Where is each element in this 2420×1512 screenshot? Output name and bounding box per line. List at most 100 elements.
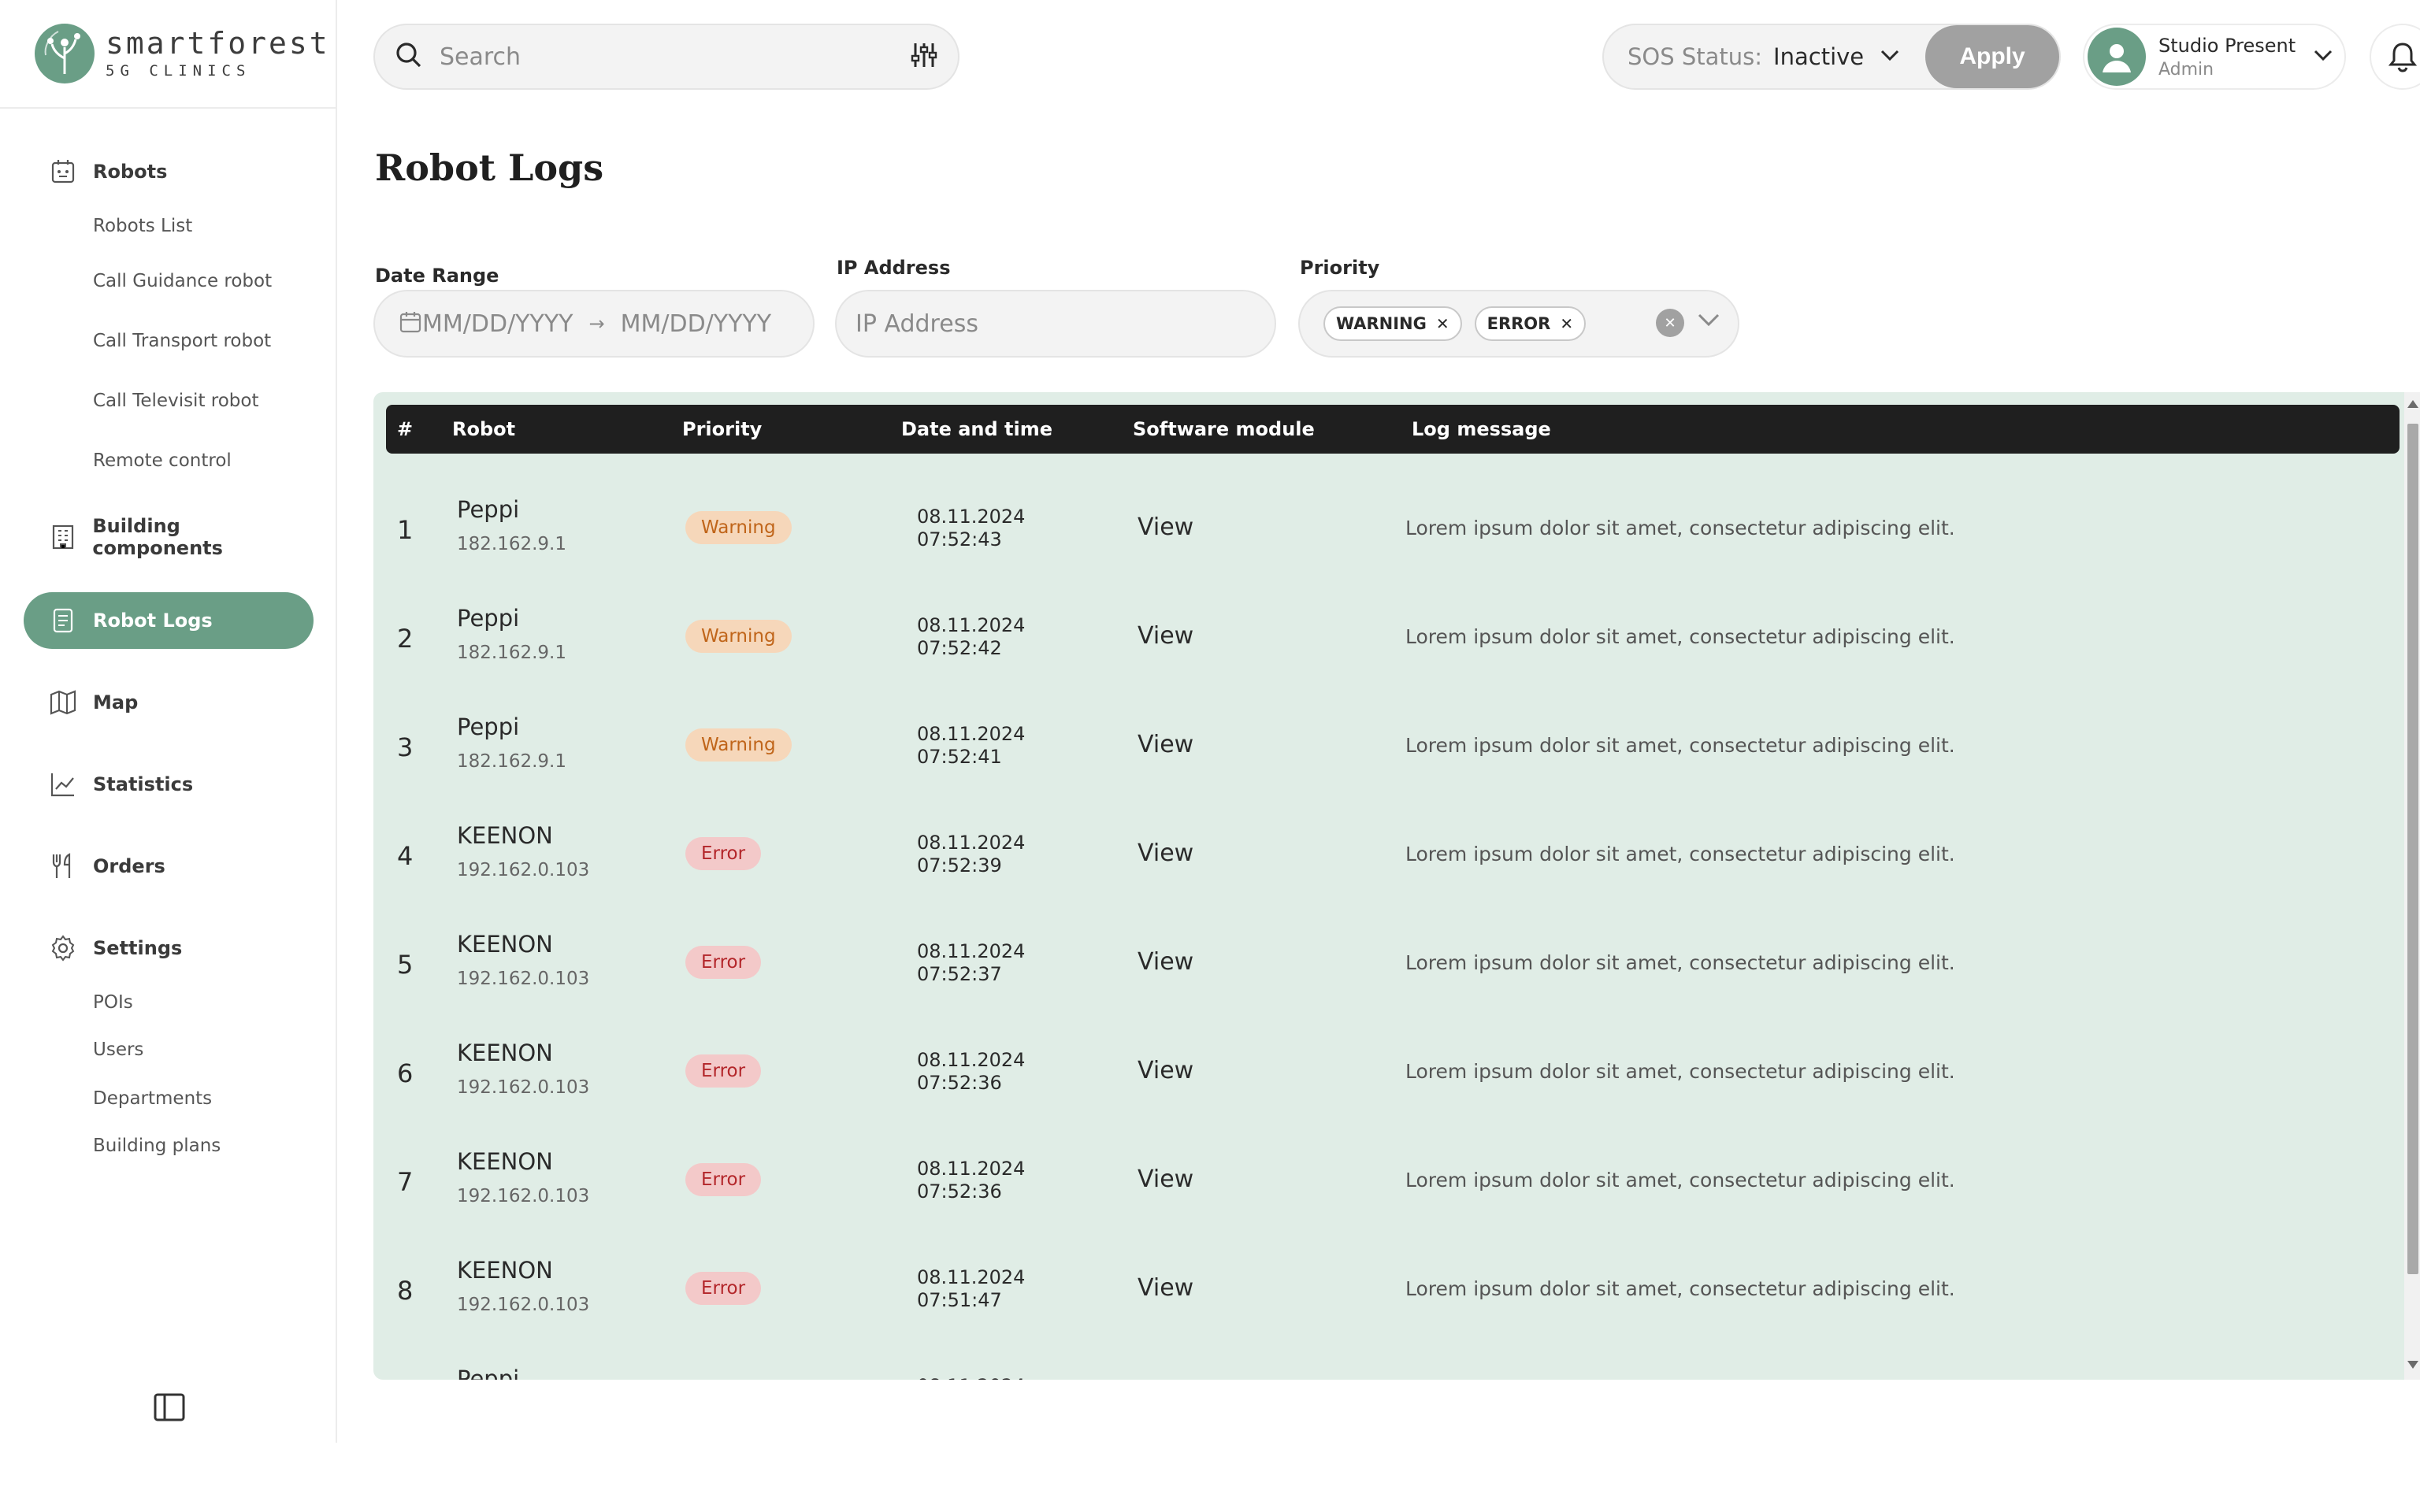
column-header-number: # (397, 418, 414, 440)
priority-tag-error: ERROR ✕ (1474, 306, 1587, 341)
priority-badge: Error (685, 1054, 762, 1088)
table-row[interactable]: 2 Peppi 182.162.9.1 Warning 08.11.2024 07:52:… (373, 581, 2398, 690)
scroll-thumb[interactable] (2407, 424, 2418, 1274)
row-number: 3 (397, 732, 414, 762)
log-message: Lorem ipsum dolor sit amet, consectetur … (1405, 1169, 1955, 1191)
scroll-up-arrow-icon[interactable] (2407, 400, 2418, 408)
sidebar-item-map[interactable]: Map (24, 674, 314, 731)
date-range-picker[interactable]: MM/DD/YYYY → MM/DD/YYYY (373, 290, 815, 358)
gear-icon (47, 932, 79, 964)
robot-name: Peppi (457, 605, 520, 632)
sos-status-label: SOS Status: (1628, 43, 1763, 70)
sidebar-subitem-users[interactable]: Users (93, 1040, 143, 1060)
table-row[interactable]: 6 KEENON 192.162.0.103 Error 08.11.2024 07:52… (373, 1016, 2398, 1125)
sidebar-item-building-components[interactable]: Building components (24, 509, 314, 565)
priority-badge: Warning (685, 620, 792, 653)
log-message: Lorem ipsum dolor sit amet, consectetur … (1405, 517, 1955, 539)
sidebar-item-label: Statistics (93, 773, 194, 795)
sidebar-divider (0, 107, 337, 109)
notification-bell-icon[interactable] (2370, 24, 2420, 90)
apply-button[interactable]: Apply (1925, 25, 2059, 88)
view-module-link[interactable]: View (1138, 731, 1193, 758)
date-start-input[interactable]: MM/DD/YYYY (422, 310, 573, 338)
table-row[interactable]: 9Peppi182.162.9.1Warning08.11.2024ViewLo… (373, 1342, 2398, 1380)
column-header-date: Date and time (901, 418, 1053, 440)
log-message: Lorem ipsum dolor sit amet, consectetur … (1405, 734, 1955, 757)
brand-logo[interactable]: smartforest 5G CLINICS (35, 22, 330, 85)
view-module-link[interactable]: View (1138, 513, 1193, 541)
sidebar-subitem-call-guidance[interactable]: Call Guidance robot (93, 271, 272, 291)
view-module-link[interactable]: View (1138, 948, 1193, 976)
log-message: Lorem ipsum dolor sit amet, consectetur … (1405, 843, 1955, 865)
table-row[interactable]: 7 KEENON 192.162.0.103 Error 08.11.2024 07:52… (373, 1125, 2398, 1233)
filter-sliders-icon[interactable] (909, 40, 939, 73)
sidebar-subitem-call-televisit[interactable]: Call Televisit robot (93, 391, 259, 411)
priority-badge: Error (685, 837, 762, 870)
search-bar (373, 24, 959, 90)
table-row[interactable]: 4 KEENON 192.162.0.103 Error 08.11.2024 07:52… (373, 799, 2398, 907)
sidebar-collapse-icon[interactable] (153, 1392, 186, 1422)
view-module-link[interactable]: View (1138, 839, 1193, 867)
view-module-link[interactable]: View (1138, 1166, 1193, 1193)
sidebar-item-robots[interactable]: Robots (24, 143, 314, 200)
sidebar: smartforest 5G CLINICS Robots Robots Lis… (0, 0, 337, 1443)
chevron-down-icon (2313, 49, 2333, 65)
robot-ip: 182.162.9.1 (457, 751, 566, 772)
log-time: 07:52:39 (917, 854, 1002, 876)
ip-address-input[interactable] (835, 290, 1276, 358)
view-module-link[interactable]: View (1138, 1057, 1193, 1084)
sidebar-subitem-pois[interactable]: POIs (93, 992, 133, 1013)
view-module-link[interactable]: View (1138, 1274, 1193, 1302)
logs-table: # Robot Priority Date and time Software … (373, 392, 2417, 1380)
document-icon (47, 605, 79, 636)
column-header-message: Log message (1412, 418, 1551, 440)
log-datetime: 08.11.2024 07:51:47 (917, 1266, 1025, 1312)
map-icon (47, 687, 79, 718)
avatar (2088, 28, 2146, 86)
sidebar-item-statistics[interactable]: Statistics (24, 756, 314, 813)
sidebar-subitem-building-plans[interactable]: Building plans (93, 1136, 221, 1156)
sidebar-subitem-call-transport[interactable]: Call Transport robot (93, 331, 271, 351)
sidebar-subitem-departments[interactable]: Departments (93, 1088, 212, 1109)
user-menu[interactable]: Studio Present Admin (2083, 24, 2346, 90)
tag-remove-icon[interactable]: ✕ (1436, 314, 1449, 333)
log-date: 08.11.2024 (917, 506, 1026, 528)
robot-name: KEENON (457, 1148, 553, 1175)
table-scrollbar[interactable] (2404, 392, 2420, 1380)
table-row[interactable]: 8 KEENON 192.162.0.103 Error 08.11.2024 07:51… (373, 1233, 2398, 1342)
arrow-right-icon: → (588, 313, 605, 335)
sidebar-item-settings[interactable]: Settings (24, 920, 314, 976)
robot-ip: 192.162.0.103 (457, 969, 590, 989)
table-row[interactable]: 5 KEENON 192.162.0.103 Error 08.11.2024 07:52… (373, 907, 2398, 1016)
log-date: 08.11.2024 (917, 940, 1026, 962)
chevron-down-icon[interactable] (1697, 312, 1720, 331)
date-end-input[interactable]: MM/DD/YYYY (621, 310, 771, 338)
log-time: 07:52:36 (917, 1072, 1002, 1094)
calendar-icon (399, 310, 422, 337)
robot-name: KEENON (457, 822, 553, 849)
sidebar-item-orders[interactable]: Orders (24, 838, 314, 895)
log-datetime: 08.11.2024 07:52:36 (917, 1049, 1025, 1095)
priority-badge: Error (685, 946, 762, 979)
table-row[interactable]: 1 Peppi 182.162.9.1 Warning 08.11.2024 07:52:… (373, 472, 2398, 581)
clear-selection-icon[interactable]: ✕ (1656, 309, 1684, 337)
chevron-down-icon (1880, 49, 1900, 65)
tag-label: ERROR (1487, 314, 1551, 333)
search-input[interactable] (440, 43, 909, 71)
log-message: Lorem ipsum dolor sit amet, consectetur … (1405, 625, 1955, 648)
scroll-down-arrow-icon[interactable] (2407, 1361, 2418, 1369)
sidebar-item-robot-logs[interactable]: Robot Logs (24, 592, 314, 649)
sidebar-subitem-robots-list[interactable]: Robots List (93, 216, 192, 236)
tag-remove-icon[interactable]: ✕ (1560, 314, 1573, 333)
sidebar-subitem-remote-control[interactable]: Remote control (93, 450, 232, 471)
log-date: 08.11.2024 (917, 1266, 1026, 1288)
robot-name: KEENON (457, 931, 553, 958)
priority-multiselect[interactable]: WARNING ✕ ERROR ✕ ✕ (1298, 290, 1739, 358)
view-module-link[interactable]: View (1138, 622, 1193, 650)
robot-name: KEENON (457, 1040, 553, 1066)
robot-name: Peppi (457, 713, 520, 740)
row-number: 8 (397, 1276, 414, 1306)
row-number: 4 (397, 841, 414, 871)
sidebar-item-label: Settings (93, 937, 183, 959)
table-row[interactable]: 3 Peppi 182.162.9.1 Warning 08.11.2024 07:52:… (373, 690, 2398, 799)
